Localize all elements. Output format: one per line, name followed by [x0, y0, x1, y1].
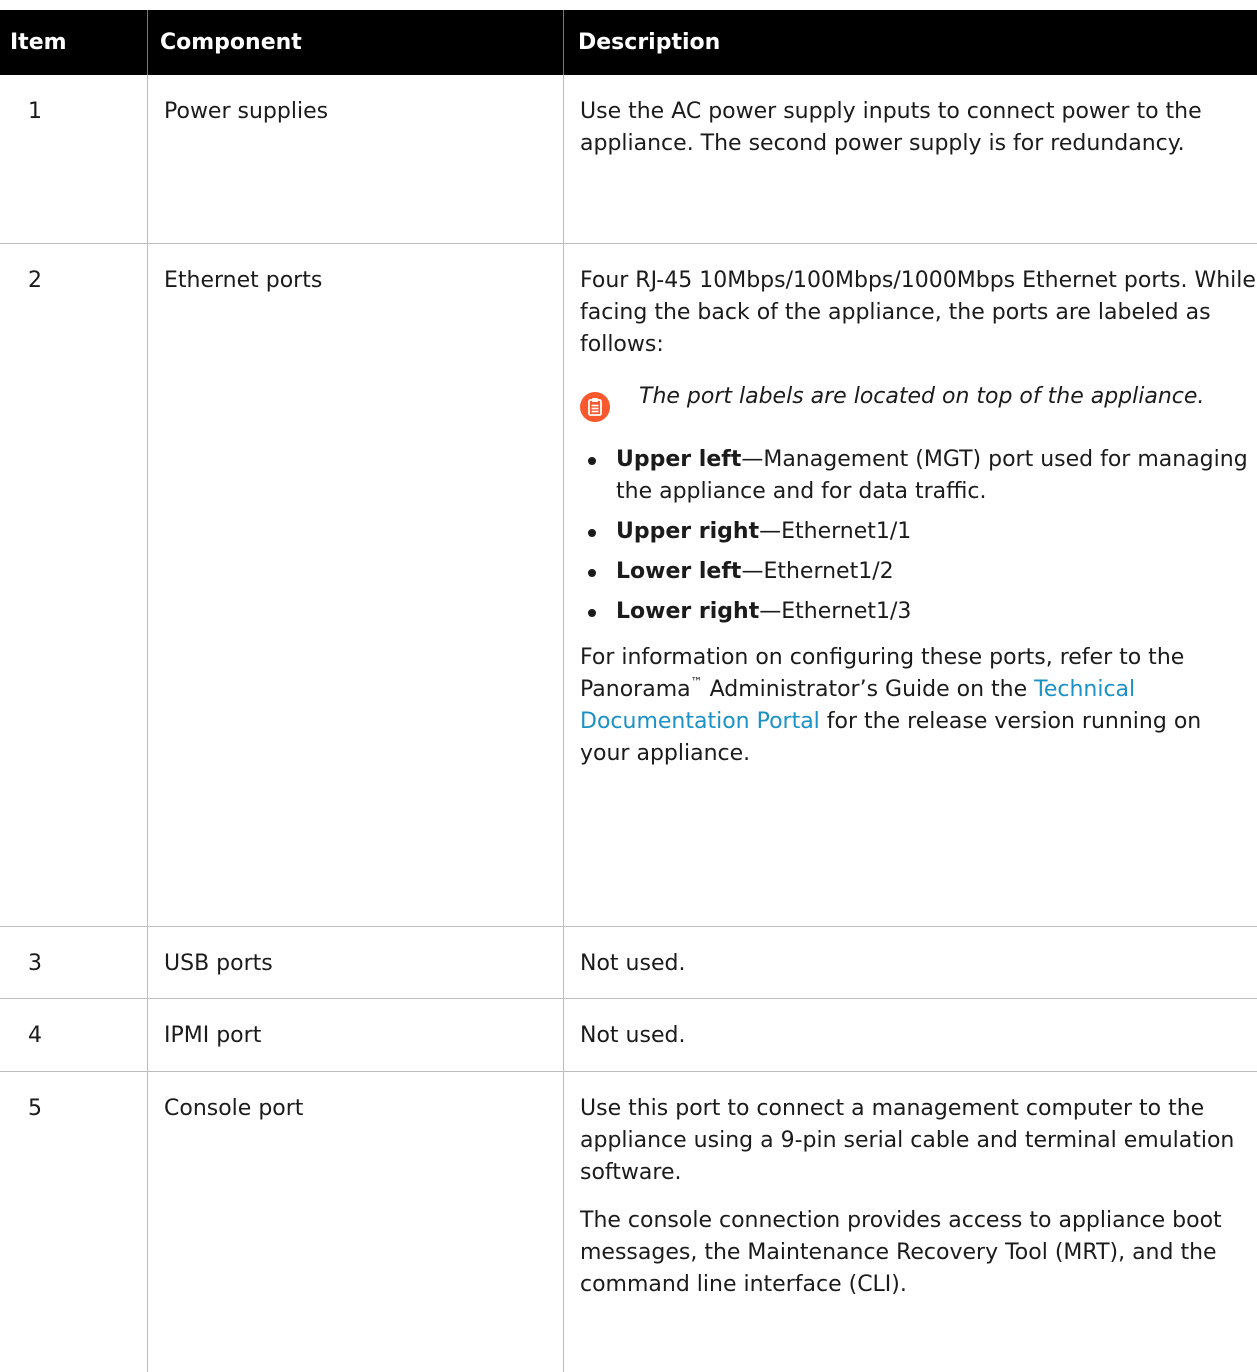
bullet-text: Ethernet1/2: [763, 559, 894, 584]
table-row: 2 Ethernet ports Four RJ-45 10Mbps/100Mb…: [0, 244, 1257, 927]
description-cell: Not used.: [564, 999, 1257, 1071]
description-cell: Four RJ-45 10Mbps/100Mbps/1000Mbps Ether…: [564, 244, 1257, 926]
item-number: 2: [0, 244, 148, 926]
description-outro: For information on configuring these por…: [580, 642, 1257, 770]
table-row: 5 Console port Use this port to connect …: [0, 1072, 1257, 1372]
table-row: 3 USB ports Not used.: [0, 927, 1257, 999]
bullet-separator: —: [759, 599, 782, 624]
note-callout: The port labels are located on top of th…: [580, 379, 1257, 422]
bullet-label: Upper left: [616, 447, 742, 472]
table-row: 4 IPMI port Not used.: [0, 999, 1257, 1072]
description-intro: Four RJ-45 10Mbps/100Mbps/1000Mbps Ether…: [580, 268, 1256, 357]
component-name: IPMI port: [148, 999, 564, 1071]
item-number: 1: [0, 75, 148, 243]
bullet-separator: —: [741, 447, 764, 472]
clipboard-note-icon: [580, 392, 610, 422]
bullet-text: Ethernet1/1: [781, 519, 912, 544]
table-header-row: Item Component Description: [0, 10, 1257, 75]
outro-text-mid: Administrator’s Guide on the: [702, 677, 1035, 702]
list-item: Lower right—Ethernet1/3: [580, 596, 1257, 628]
list-item: Upper left—Management (MGT) port used fo…: [580, 444, 1257, 508]
description-text: The console connection provides access t…: [580, 1208, 1222, 1297]
header-item: Item: [0, 10, 148, 75]
description-cell: Use this port to connect a management co…: [564, 1072, 1257, 1372]
list-item: Lower left—Ethernet1/2: [580, 556, 1257, 588]
trademark-symbol: ™: [690, 675, 703, 689]
item-number: 4: [0, 999, 148, 1071]
description-text: Use this port to connect a management co…: [580, 1096, 1235, 1185]
note-text: The port labels are located on top of th…: [639, 384, 1205, 409]
description-text: Not used.: [580, 1023, 686, 1048]
hardware-components-table: Item Component Description 1 Power suppl…: [0, 10, 1257, 1372]
bullet-label: Lower right: [616, 599, 760, 624]
component-name: USB ports: [148, 927, 564, 998]
bullet-label: Upper right: [616, 519, 760, 544]
description-cell: Use the AC power supply inputs to connec…: [564, 75, 1257, 243]
item-number: 5: [0, 1072, 148, 1372]
item-number: 3: [0, 927, 148, 998]
table-row: 1 Power supplies Use the AC power supply…: [0, 75, 1257, 244]
port-label-list: Upper left—Management (MGT) port used fo…: [580, 444, 1257, 628]
description-text: Use the AC power supply inputs to connec…: [580, 99, 1202, 156]
bullet-separator: —: [759, 519, 782, 544]
bullet-text: Ethernet1/3: [781, 599, 912, 624]
component-name: Console port: [148, 1072, 564, 1372]
description-cell: Not used.: [564, 927, 1257, 998]
bullet-separator: —: [741, 559, 764, 584]
component-name: Ethernet ports: [148, 244, 564, 926]
header-component: Component: [148, 10, 564, 75]
component-name: Power supplies: [148, 75, 564, 243]
header-description: Description: [578, 30, 721, 55]
bullet-label: Lower left: [616, 559, 742, 584]
list-item: Upper right—Ethernet1/1: [580, 516, 1257, 548]
description-text: Not used.: [580, 951, 686, 976]
